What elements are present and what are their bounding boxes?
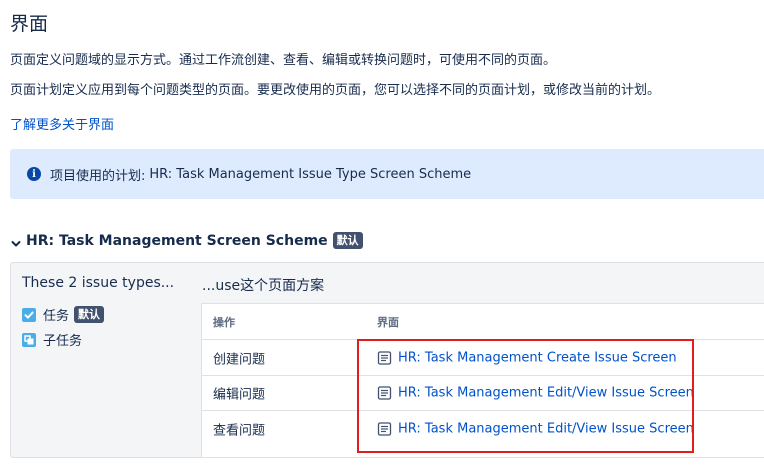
- screen-icon: [377, 350, 392, 365]
- issue-type-label: 子任务: [43, 334, 83, 349]
- screen-scheme-panel: These 2 issue types... ...use这个页面方案 任务 默…: [10, 262, 764, 458]
- issue-type-label: 任务: [43, 309, 70, 324]
- use-scheme-heading: ...use这个页面方案: [202, 278, 325, 294]
- default-badge: 默认: [332, 232, 363, 249]
- operation-cell: 编辑问题: [213, 387, 266, 403]
- operation-cell: 创建问题: [213, 352, 266, 367]
- issue-type-task: 任务 默认: [22, 305, 105, 324]
- learn-more-link[interactable]: 了解更多关于界面: [10, 114, 114, 133]
- table-row: 查看问题 HR: Task Management Edit/View Issue…: [202, 411, 764, 446]
- operation-cell: 查看问题: [213, 423, 266, 438]
- screen-scheme-description: 页面计划定义应用到每个问题类型的页面。要更改使用的页面，您可以选择不同的页面计划…: [10, 83, 661, 98]
- screen-scheme-name: HR: Task Management Screen Scheme: [26, 232, 328, 249]
- table-row: 编辑问题 HR: Task Management Edit/View Issue…: [202, 376, 764, 411]
- screen-scheme-header: HR: Task Management Screen Scheme 默认: [10, 232, 363, 249]
- screen-cell: HR: Task Management Edit/View Issue Scre…: [377, 421, 694, 436]
- screen-mapping-table: 操作 界面 创建问题 HR: Task Management Create Is…: [201, 303, 764, 458]
- table-header-row: 操作 界面: [202, 304, 764, 340]
- table-row: 创建问题 HR: Task Management Create Issue Sc…: [202, 340, 764, 376]
- page-title: 界面: [10, 13, 49, 35]
- issue-type-screen-scheme-name: HR: Task Management Issue Type Screen Sc…: [149, 166, 472, 182]
- issue-types-heading: These 2 issue types...: [22, 275, 175, 291]
- subtask-icon: [22, 332, 36, 347]
- issue-type-subtask: 子任务: [22, 330, 82, 349]
- screen-link[interactable]: HR: Task Management Create Issue Screen: [398, 350, 677, 365]
- task-checkbox-icon: [22, 307, 36, 322]
- screen-icon: [377, 386, 392, 401]
- screen-cell: HR: Task Management Create Issue Screen: [377, 350, 677, 365]
- screen-cell: HR: Task Management Edit/View Issue Scre…: [377, 386, 694, 401]
- screen-link[interactable]: HR: Task Management Edit/View Issue Scre…: [398, 421, 694, 436]
- info-message: i 项目使用的计划: HR: Task Management Issue Typ…: [10, 149, 764, 199]
- chevron-down-icon[interactable]: [10, 235, 22, 247]
- info-icon: i: [27, 167, 41, 181]
- screens-description: 页面定义问题域的显示方式。通过工作流创建、查看、编辑或转换问题时，可使用不同的页…: [10, 53, 557, 68]
- default-badge: 默认: [74, 306, 105, 323]
- screen-icon: [377, 421, 392, 436]
- column-header-operation: 操作: [213, 315, 235, 329]
- column-header-screen: 界面: [377, 315, 399, 329]
- screen-link[interactable]: HR: Task Management Edit/View Issue Scre…: [398, 386, 694, 401]
- info-label: 项目使用的计划:: [50, 168, 146, 184]
